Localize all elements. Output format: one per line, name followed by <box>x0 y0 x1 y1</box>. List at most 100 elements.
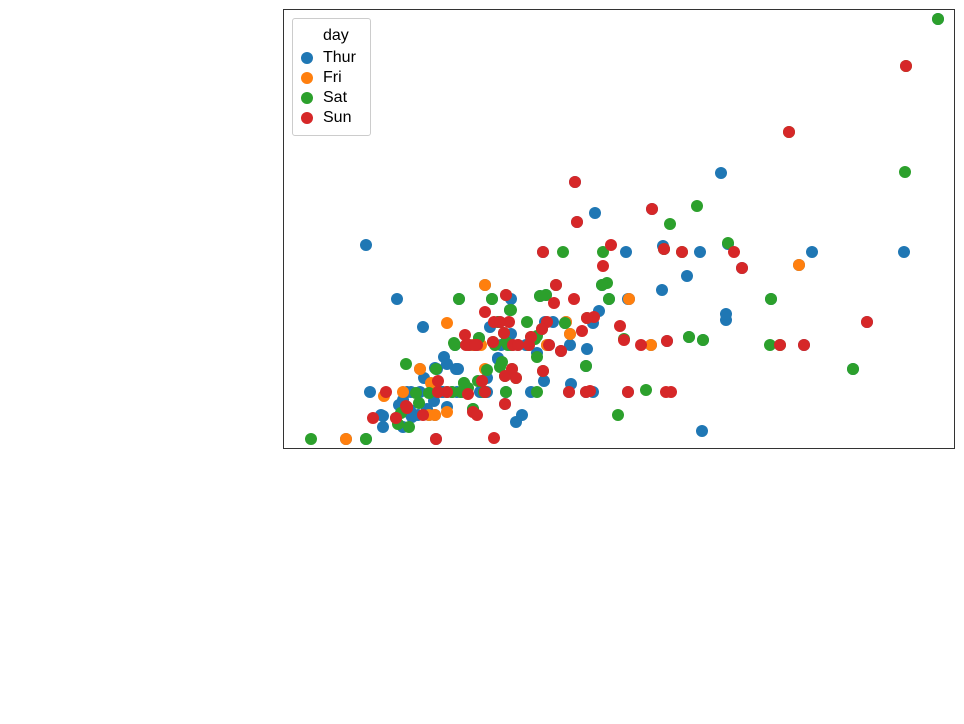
data-point <box>403 421 415 433</box>
data-point <box>305 433 317 445</box>
data-point <box>521 316 533 328</box>
data-point <box>596 279 608 291</box>
data-point <box>500 289 512 301</box>
data-point <box>537 365 549 377</box>
data-point <box>390 412 402 424</box>
data-point <box>500 386 512 398</box>
legend-label: Thur <box>323 49 356 67</box>
data-point <box>401 401 413 413</box>
data-point <box>774 339 786 351</box>
data-point <box>432 375 444 387</box>
data-point <box>618 334 630 346</box>
data-point <box>564 328 576 340</box>
data-point <box>728 246 740 258</box>
data-point <box>736 262 748 274</box>
legend-entry: Fri <box>301 69 356 87</box>
data-point <box>510 416 522 428</box>
legend-marker-icon <box>301 52 313 64</box>
data-point <box>581 343 593 355</box>
data-point <box>620 246 632 258</box>
data-point <box>806 246 818 258</box>
data-point <box>589 207 601 219</box>
data-point <box>661 335 673 347</box>
data-point <box>614 320 626 332</box>
data-point <box>605 239 617 251</box>
data-point <box>479 279 491 291</box>
data-point <box>430 363 442 375</box>
data-point <box>523 339 535 351</box>
data-point <box>681 270 693 282</box>
data-point <box>697 334 709 346</box>
data-point <box>658 243 670 255</box>
data-point <box>555 345 567 357</box>
legend-label: Sat <box>323 89 347 107</box>
legend-entry: Sat <box>301 89 356 107</box>
data-point <box>646 203 658 215</box>
legend-title: day <box>323 27 356 45</box>
data-point <box>568 293 580 305</box>
data-point <box>900 60 912 72</box>
data-point <box>441 317 453 329</box>
data-point <box>612 409 624 421</box>
data-point <box>340 433 352 445</box>
data-point <box>683 331 695 343</box>
data-point <box>635 339 647 351</box>
legend-marker-icon <box>301 112 313 124</box>
data-point <box>640 384 652 396</box>
scatter-plot: day Thur Fri Sat Sun <box>283 9 955 449</box>
legend-label: Sun <box>323 109 351 127</box>
data-point <box>559 317 571 329</box>
data-point <box>499 398 511 410</box>
data-point <box>932 13 944 25</box>
data-point <box>557 246 569 258</box>
data-point <box>430 433 442 445</box>
legend-entry: Sun <box>301 109 356 127</box>
data-point <box>765 293 777 305</box>
data-point <box>571 216 583 228</box>
data-point <box>432 386 444 398</box>
data-point <box>512 339 524 351</box>
data-point <box>486 293 498 305</box>
data-point <box>580 360 592 372</box>
data-point <box>476 375 488 387</box>
data-point <box>660 386 672 398</box>
legend-marker-icon <box>301 92 313 104</box>
data-point <box>488 432 500 444</box>
data-point <box>898 246 910 258</box>
data-point <box>696 425 708 437</box>
data-point <box>543 339 555 351</box>
data-point <box>664 218 676 230</box>
data-point <box>479 386 491 398</box>
data-point <box>548 297 560 309</box>
legend-marker-icon <box>301 72 313 84</box>
data-point <box>645 339 657 351</box>
data-point <box>798 339 810 351</box>
data-point <box>441 406 453 418</box>
legend-label: Fri <box>323 69 342 87</box>
data-point <box>414 363 426 375</box>
data-point <box>847 363 859 375</box>
data-point <box>622 386 634 398</box>
data-point <box>899 166 911 178</box>
data-point <box>413 397 425 409</box>
data-point <box>391 293 403 305</box>
data-point <box>498 327 510 339</box>
data-point <box>360 239 372 251</box>
data-point <box>417 409 429 421</box>
data-point <box>691 200 703 212</box>
data-point <box>576 325 588 337</box>
figure: day Thur Fri Sat Sun <box>0 0 964 724</box>
legend: day Thur Fri Sat Sun <box>292 18 371 136</box>
data-point <box>494 316 506 328</box>
data-point <box>487 336 499 348</box>
data-point <box>569 176 581 188</box>
data-point <box>453 293 465 305</box>
data-point <box>400 358 412 370</box>
data-point <box>364 386 376 398</box>
data-point <box>510 372 522 384</box>
data-point <box>397 386 409 398</box>
data-point <box>417 321 429 333</box>
data-point <box>380 386 392 398</box>
data-point <box>694 246 706 258</box>
data-point <box>720 308 732 320</box>
